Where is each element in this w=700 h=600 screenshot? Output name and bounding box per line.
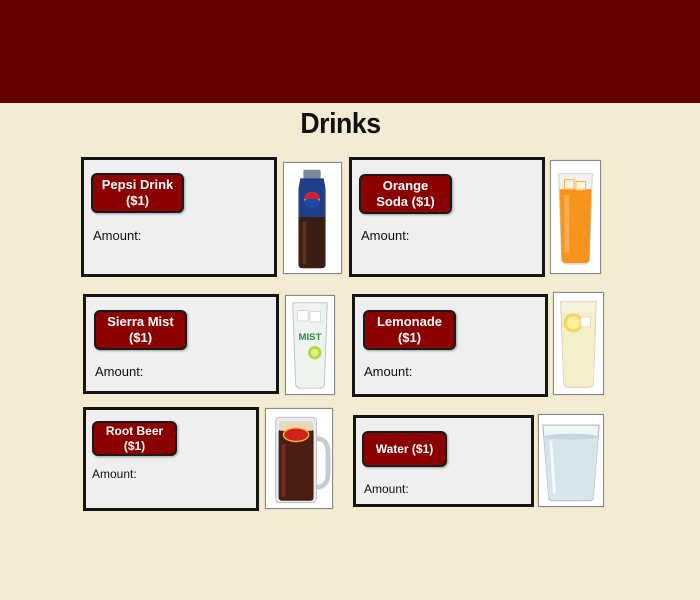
sierra-mist-amount-label: Amount: (95, 364, 144, 379)
orange-soda-button[interactable]: Orange Soda ($1) (359, 174, 452, 214)
root-beer-label-line1: Root Beer (105, 423, 164, 438)
water-button[interactable]: Water ($1) (362, 431, 447, 467)
pepsi-bottle-icon (283, 162, 342, 274)
pepsi-drink-button[interactable]: Pepsi Drink ($1) (91, 173, 184, 213)
drink-card-water: Water ($1) Amount: (353, 415, 534, 507)
drink-card-pepsi: Pepsi Drink ($1) Amount: (81, 157, 277, 277)
water-glass-icon (538, 414, 604, 507)
sierra-mist-glass-icon: MIST (285, 295, 335, 395)
root-beer-amount-label: Amount: (92, 467, 137, 481)
sierra-mist-label-line2: ($1) (128, 330, 153, 345)
page-title: Drinks (300, 108, 381, 140)
pepsi-amount-label: Amount: (93, 228, 142, 243)
pepsi-drink-label-line1: Pepsi Drink (101, 177, 174, 192)
drink-card-orange-soda: Orange Soda ($1) Amount: (349, 157, 545, 277)
lemonade-glass-icon (553, 292, 604, 395)
lemonade-amount-label: Amount: (364, 364, 413, 379)
water-amount-label: Amount: (364, 482, 409, 496)
orange-soda-glass-icon (550, 160, 601, 274)
drink-card-root-beer: Root Beer ($1) Amount: (83, 407, 259, 511)
lemonade-label-line1: Lemonade (376, 314, 442, 329)
root-beer-button[interactable]: Root Beer ($1) (92, 421, 177, 456)
lemonade-label-line2: ($1) (397, 330, 422, 345)
drink-card-sierra-mist: Sierra Mist ($1) Amount: (83, 294, 279, 394)
lemonade-button[interactable]: Lemonade ($1) (363, 310, 456, 350)
svg-text:MIST: MIST (299, 332, 322, 343)
water-label-line1: Water ($1) (375, 442, 434, 456)
sierra-mist-button[interactable]: Sierra Mist ($1) (94, 310, 187, 350)
orange-soda-amount-label: Amount: (361, 228, 410, 243)
header-bar (0, 0, 700, 103)
root-beer-label-line2: ($1) (123, 438, 146, 453)
root-beer-mug-icon (265, 408, 333, 509)
orange-soda-label-line1: Orange (382, 178, 429, 193)
drink-card-lemonade: Lemonade ($1) Amount: (352, 294, 548, 397)
sierra-mist-label-line1: Sierra Mist (107, 314, 174, 329)
pepsi-drink-label-line2: ($1) (125, 193, 150, 208)
orange-soda-label-line2: Soda ($1) (376, 194, 435, 209)
